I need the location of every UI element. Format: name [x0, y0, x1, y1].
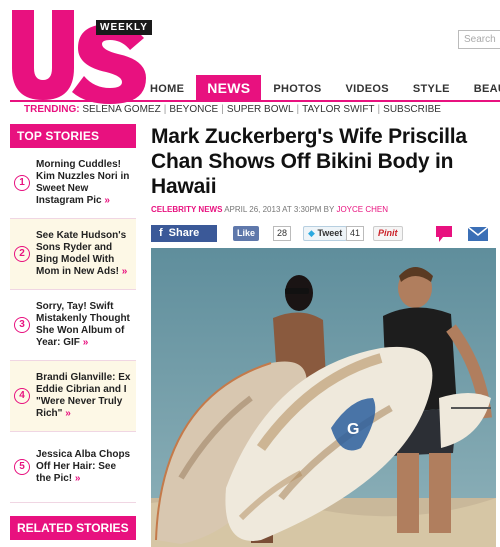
twitter-bird-icon: ◆	[308, 228, 315, 238]
subscribe-link[interactable]: SUBSCRIBE	[383, 104, 441, 115]
story-title: See Kate Hudson's Sons Ryder and Bing Mo…	[36, 230, 127, 277]
logo-u-letter	[12, 10, 74, 100]
nav-divider	[10, 100, 500, 102]
story-title: Morning Cuddles! Kim Nuzzles Nori in Swe…	[36, 159, 130, 206]
nav-videos[interactable]: VIDEOS	[333, 78, 400, 100]
trending-link[interactable]: SELENA GOMEZ	[82, 104, 160, 115]
story-number: 1	[14, 175, 30, 191]
top-story-item[interactable]: 3 Sorry, Tay! Swift Mistakenly Thought S…	[10, 290, 136, 361]
trending-bar: TRENDING: SELENA GOMEZ | BEYONCE | SUPER BOW…	[24, 104, 441, 115]
story-title: Brandi Glanville: Ex Eddie Cibrian and I…	[36, 372, 131, 419]
tweet-label: Tweet	[317, 228, 343, 238]
facebook-share-button[interactable]: f Share	[151, 225, 217, 242]
publish-date: APRIL 26, 2013 AT 3:30PM BY	[224, 205, 335, 214]
author-link[interactable]: JOYCE CHEN	[336, 205, 388, 214]
facebook-icon: f	[159, 227, 163, 239]
story-number: 4	[14, 388, 30, 404]
pinterest-button[interactable]: Pinit	[373, 226, 403, 241]
board-logo-mark: G	[347, 421, 359, 438]
nav-photos[interactable]: PHOTOS	[261, 78, 333, 100]
us-weekly-logo[interactable]: WEEKLY	[10, 6, 152, 104]
trending-link[interactable]: TAYLOR SWIFT	[302, 104, 374, 115]
share-bar: f Share Like 28 ◆ Tweet 41 Pinit	[151, 225, 496, 243]
category-link[interactable]: CELEBRITY NEWS	[151, 205, 222, 214]
nav-style[interactable]: STYLE	[401, 78, 462, 100]
facebook-like-button[interactable]: Like	[233, 226, 260, 241]
nav-home[interactable]: HOME	[138, 78, 196, 100]
top-story-item[interactable]: 1 Morning Cuddles! Kim Nuzzles Nori in S…	[10, 148, 136, 219]
story-arrow-icon: »	[121, 266, 128, 277]
story-number: 3	[14, 317, 30, 333]
story-title: Jessica Alba Chops Off Her Hair: See the…	[36, 449, 131, 484]
main-nav: HOME NEWS PHOTOS VIDEOS STYLE BEAUTY	[138, 75, 500, 100]
trending-link[interactable]: BEYONCE	[169, 104, 218, 115]
story-arrow-icon: »	[82, 337, 89, 348]
article-byline: CELEBRITY NEWS APRIL 26, 2013 AT 3:30PM …	[151, 205, 496, 214]
beach-paddleboard-photo: G	[151, 248, 496, 547]
tweet-count: 41	[346, 226, 365, 241]
related-stories-heading: RELATED STORIES	[10, 516, 136, 540]
article-photo: G	[151, 248, 496, 547]
story-number: 5	[14, 459, 30, 475]
like-count: 28	[273, 226, 292, 241]
top-story-item[interactable]: 4 Brandi Glanville: Ex Eddie Cibrian and…	[10, 361, 136, 432]
search-input[interactable]: Search	[458, 30, 500, 49]
story-arrow-icon: »	[104, 195, 110, 206]
share-label: Share	[168, 227, 200, 239]
trending-label: TRENDING:	[24, 104, 80, 115]
site-header: WEEKLY Search HOME NEWS PHOTOS VIDEOS ST…	[0, 0, 500, 118]
story-arrow-icon: »	[74, 473, 81, 484]
top-story-item[interactable]: 5 Jessica Alba Chops Off Her Hair: See t…	[10, 432, 136, 503]
sidebar: TOP STORIES 1 Morning Cuddles! Kim Nuzzl…	[10, 124, 136, 503]
story-arrow-icon: »	[65, 408, 71, 419]
story-number: 2	[14, 246, 30, 262]
nav-beauty[interactable]: BEAUTY	[462, 78, 500, 100]
top-story-item[interactable]: 2 See Kate Hudson's Sons Ryder and Bing …	[10, 219, 136, 290]
logo-weekly-label: WEEKLY	[96, 20, 152, 35]
trending-link[interactable]: SUPER BOWL	[227, 104, 294, 115]
comment-icon[interactable]	[435, 225, 453, 243]
tweet-button[interactable]: ◆ Tweet	[303, 226, 348, 241]
top-stories-heading: TOP STORIES	[10, 124, 136, 148]
nav-news[interactable]: NEWS	[196, 75, 262, 100]
article-headline: Mark Zuckerberg's Wife Priscilla Chan Sh…	[151, 125, 467, 198]
article: Mark Zuckerberg's Wife Priscilla Chan Sh…	[151, 124, 496, 547]
email-icon[interactable]	[467, 226, 489, 242]
